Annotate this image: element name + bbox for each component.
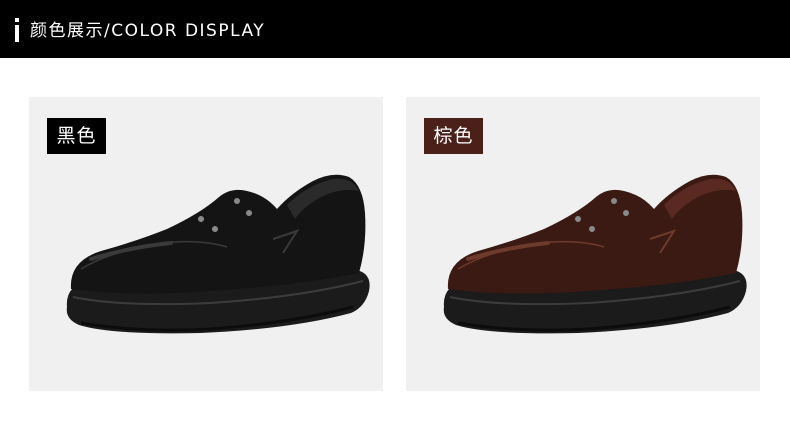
eyelet <box>246 210 252 216</box>
eyelet <box>212 226 218 232</box>
color-card-black[interactable]: 黑色 <box>29 97 383 391</box>
shoe-image-black <box>66 174 370 334</box>
shoe-image-brown <box>443 174 747 334</box>
color-card-brown[interactable]: 棕色 <box>406 97 760 391</box>
color-tag-black: 黑色 <box>47 118 106 154</box>
section-title: 颜色展示/COLOR DISPLAY <box>30 21 266 41</box>
header-accent-dot <box>15 18 19 22</box>
eyelet <box>575 216 581 222</box>
eyelet <box>623 210 629 216</box>
eyelet <box>611 198 617 204</box>
color-tag-brown: 棕色 <box>424 118 483 154</box>
section-header: 颜色展示/COLOR DISPLAY <box>0 0 790 58</box>
eyelet <box>198 216 204 222</box>
eyelet <box>234 198 240 204</box>
header-accent-bar <box>15 25 19 42</box>
eyelet <box>589 226 595 232</box>
